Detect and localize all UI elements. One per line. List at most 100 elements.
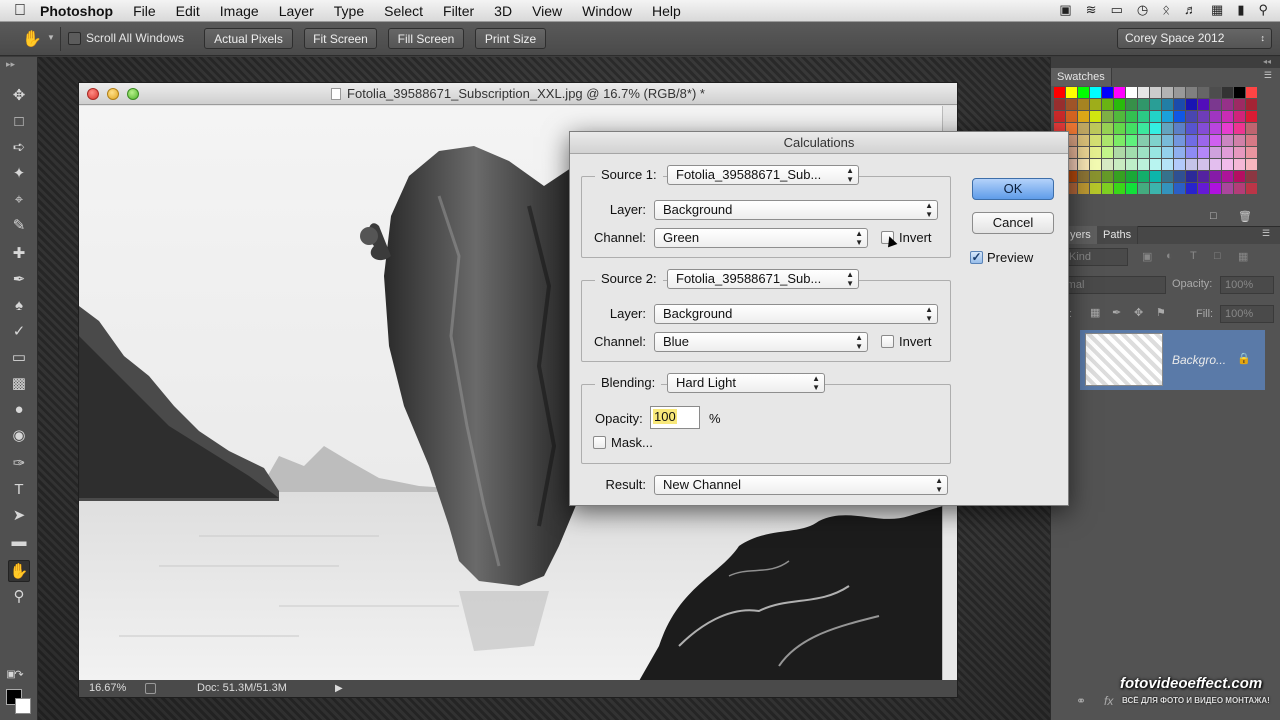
swatch[interactable] — [1246, 111, 1257, 122]
swatch[interactable] — [1222, 99, 1233, 110]
swatch[interactable] — [1198, 135, 1209, 146]
lock-all-icon[interactable]: ⚑ — [1156, 306, 1166, 319]
eyedropper-tool-icon[interactable]: ✎ — [8, 215, 30, 237]
swatch[interactable] — [1210, 135, 1221, 146]
swatch[interactable] — [1222, 171, 1233, 182]
swatch[interactable] — [1090, 171, 1101, 182]
swatch[interactable] — [1102, 183, 1113, 194]
menu-select[interactable]: Select — [384, 3, 423, 19]
swatch[interactable] — [1210, 171, 1221, 182]
quick-select-tool-icon[interactable]: ✦ — [8, 163, 30, 185]
swatch[interactable] — [1186, 87, 1197, 98]
swatch[interactable] — [1138, 87, 1149, 98]
swatch[interactable] — [1138, 99, 1149, 110]
layers-fill-field[interactable]: 100% — [1220, 305, 1274, 323]
zoom-window-icon[interactable] — [127, 88, 139, 100]
swatch[interactable] — [1198, 99, 1209, 110]
swatch[interactable] — [1102, 123, 1113, 134]
swatch[interactable] — [1162, 183, 1173, 194]
swatch[interactable] — [1198, 87, 1209, 98]
swatch[interactable] — [1066, 99, 1077, 110]
swatch[interactable] — [1102, 111, 1113, 122]
source1-channel-select[interactable]: Green ▲ ▼ — [654, 228, 868, 248]
apple-icon[interactable]:  — [0, 2, 40, 20]
opacity-input[interactable]: 100 — [650, 406, 700, 429]
swatch[interactable] — [1090, 123, 1101, 134]
layers-menu-icon[interactable]: ☰ — [1262, 228, 1270, 239]
swatch[interactable] — [1126, 99, 1137, 110]
swatch[interactable] — [1246, 135, 1257, 146]
swatch[interactable] — [1162, 147, 1173, 158]
swatch[interactable] — [1102, 99, 1113, 110]
actual-pixels-button[interactable]: Actual Pixels — [204, 28, 293, 49]
swatch[interactable] — [1198, 123, 1209, 134]
swatch[interactable] — [1174, 171, 1185, 182]
swatch[interactable] — [1138, 183, 1149, 194]
swatch[interactable] — [1114, 159, 1125, 170]
blur-tool-icon[interactable]: ● — [8, 399, 30, 421]
swatch[interactable] — [1066, 111, 1077, 122]
swatch[interactable] — [1090, 87, 1101, 98]
swatch[interactable] — [1138, 159, 1149, 170]
swatch[interactable] — [1066, 87, 1077, 98]
gradient-tool-icon[interactable]: ▩ — [8, 373, 30, 395]
swatch[interactable] — [1054, 99, 1065, 110]
swatch[interactable] — [1210, 111, 1221, 122]
swatch[interactable] — [1222, 183, 1233, 194]
lock-position-icon[interactable]: ✥ — [1134, 306, 1143, 319]
swatch[interactable] — [1114, 87, 1125, 98]
swatch[interactable] — [1174, 183, 1185, 194]
swatch[interactable] — [1246, 123, 1257, 134]
swatch[interactable] — [1126, 147, 1137, 158]
swatch[interactable] — [1090, 111, 1101, 122]
move-tool-icon[interactable]: ✥ — [8, 85, 30, 107]
filter-adjustment-icon[interactable]: ◐ — [1166, 250, 1173, 262]
swatch[interactable] — [1210, 123, 1221, 134]
swatch[interactable] — [1102, 135, 1113, 146]
swatch[interactable] — [1078, 183, 1089, 194]
menu-app-name[interactable]: Photoshop — [40, 3, 113, 19]
swatch[interactable] — [1162, 87, 1173, 98]
swatch[interactable] — [1090, 183, 1101, 194]
lasso-tool-icon[interactable]: ➪ — [8, 137, 30, 159]
keyboard-icon[interactable]: ▦ — [1211, 2, 1223, 18]
filter-shape-icon[interactable]: □ — [1214, 250, 1221, 262]
minimize-window-icon[interactable] — [107, 88, 119, 100]
swatch[interactable] — [1138, 123, 1149, 134]
swatch[interactable] — [1078, 135, 1089, 146]
swatch[interactable] — [1078, 147, 1089, 158]
menu-view[interactable]: View — [532, 3, 562, 19]
swatch[interactable] — [1150, 99, 1161, 110]
history-brush-tool-icon[interactable]: ✓ — [8, 321, 30, 343]
swatch[interactable] — [1126, 111, 1137, 122]
swatch[interactable] — [1150, 111, 1161, 122]
swatch[interactable] — [1078, 159, 1089, 170]
swatch[interactable] — [1198, 159, 1209, 170]
swatch[interactable] — [1102, 147, 1113, 158]
tab-paths[interactable]: Paths — [1097, 226, 1139, 244]
swatch[interactable] — [1126, 183, 1137, 194]
swatch[interactable] — [1186, 123, 1197, 134]
fit-screen-button[interactable]: Fit Screen — [304, 28, 377, 49]
menu-layer[interactable]: Layer — [279, 3, 314, 19]
swatch[interactable] — [1162, 159, 1173, 170]
swatch[interactable] — [1246, 159, 1257, 170]
swatch[interactable] — [1198, 111, 1209, 122]
swatch[interactable] — [1234, 99, 1245, 110]
source2-channel-select[interactable]: Blue ▲ ▼ — [654, 332, 868, 352]
shape-tool-icon[interactable]: ▬ — [8, 531, 30, 553]
menu-file[interactable]: File — [133, 3, 156, 19]
volume-icon[interactable]: ♬ — [1184, 2, 1197, 18]
ok-button[interactable]: OK — [972, 178, 1054, 200]
swatch[interactable] — [1234, 183, 1245, 194]
blend-mode-select[interactable]: rmal — [1058, 276, 1166, 294]
swatch[interactable] — [1198, 183, 1209, 194]
swatch[interactable] — [1126, 123, 1137, 134]
swatch[interactable] — [1054, 87, 1065, 98]
swatch[interactable] — [1222, 135, 1233, 146]
mask-checkbox[interactable] — [593, 436, 606, 449]
swatch[interactable] — [1150, 171, 1161, 182]
swatch[interactable] — [1078, 87, 1089, 98]
swatch[interactable] — [1222, 147, 1233, 158]
filter-pixel-icon[interactable]: ▣ — [1142, 250, 1152, 263]
